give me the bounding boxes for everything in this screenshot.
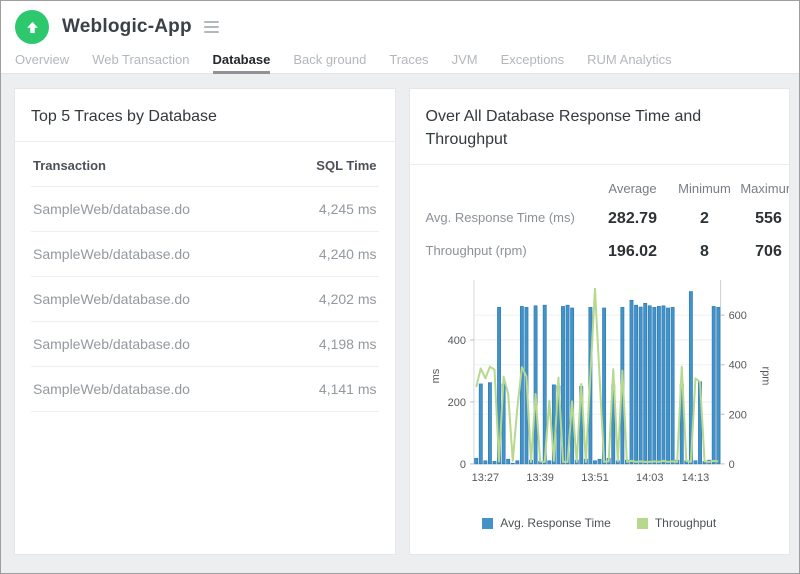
divider	[410, 164, 790, 165]
svg-text:13:51: 13:51	[581, 472, 608, 484]
chart-legend: Avg. Response Time Throughput	[426, 516, 774, 530]
transaction-cell: SampleWeb/database.do	[33, 246, 190, 262]
transaction-cell: SampleWeb/database.do	[33, 381, 190, 397]
stat-label: Throughput (rpm)	[426, 235, 590, 268]
legend-label: Throughput	[655, 516, 716, 530]
transaction-cell: SampleWeb/database.do	[33, 336, 190, 352]
tab-traces[interactable]: Traces	[389, 45, 428, 73]
table-row[interactable]: SampleWeb/database.do 4,245 ms	[31, 187, 379, 232]
svg-text:400: 400	[447, 335, 465, 347]
sql-time-cell: 4,198 ms	[319, 336, 377, 352]
legend-item-avg-response-time[interactable]: Avg. Response Time	[482, 516, 611, 530]
transaction-cell: SampleWeb/database.do	[33, 291, 190, 307]
stats-column-minimum: Minimum	[676, 181, 734, 196]
tab-rum-analytics[interactable]: RUM Analytics	[587, 45, 672, 73]
stat-label: Avg. Response Time (ms)	[426, 202, 590, 235]
right-axis-title: rpm	[759, 367, 771, 386]
tab-exceptions[interactable]: Exceptions	[501, 45, 565, 73]
svg-text:13:39: 13:39	[526, 472, 553, 484]
svg-text:14:03: 14:03	[636, 472, 663, 484]
stat-value-maximum: 706	[734, 243, 791, 261]
svg-text:200: 200	[728, 409, 746, 421]
stat-value-average: 196.02	[590, 243, 676, 261]
stat-value-maximum: 556	[734, 210, 791, 228]
app-status-icon	[15, 10, 49, 44]
svg-text:14:13: 14:13	[681, 472, 708, 484]
hamburger-icon[interactable]	[202, 18, 221, 36]
stats-row: Throughput (rpm)196.028706	[426, 235, 791, 268]
stats-column-maximum: Maximum	[734, 181, 791, 196]
app-header: Weblogic-App	[1, 1, 799, 45]
x-axis-ticks: 13:27 13:39 13:51 14:03 14:13	[471, 472, 709, 484]
tab-overview[interactable]: Overview	[15, 45, 69, 73]
left-axis-ticks: 0 200 400	[447, 335, 473, 471]
table-row[interactable]: SampleWeb/database.do 4,141 ms	[31, 367, 379, 412]
table-row[interactable]: SampleWeb/database.do 4,202 ms	[31, 277, 379, 322]
svg-text:0: 0	[459, 459, 465, 471]
stat-value-minimum: 8	[676, 243, 734, 261]
legend-swatch-icon	[637, 518, 648, 529]
tab-jvm[interactable]: JVM	[452, 45, 478, 73]
sql-time-cell: 4,245 ms	[319, 201, 377, 217]
svg-text:13:27: 13:27	[471, 472, 498, 484]
stats-row: Avg. Response Time (ms)282.792556	[426, 202, 791, 235]
tab-database[interactable]: Database	[213, 45, 271, 73]
up-arrow-icon	[24, 19, 41, 36]
traces-panel-title: Top 5 Traces by Database	[31, 105, 379, 128]
content-area: Top 5 Traces by Database Transaction SQL…	[1, 74, 799, 573]
stats-column-average: Average	[590, 181, 676, 196]
traces-table-body: SampleWeb/database.do4,245 msSampleWeb/d…	[31, 187, 379, 412]
tab-back-ground[interactable]: Back ground	[293, 45, 366, 73]
sql-time-cell: 4,141 ms	[319, 381, 377, 397]
right-axis-ticks: 0 200 400 600	[720, 310, 746, 471]
tab-bar: Overview Web Transaction Database Back grou…	[1, 45, 799, 74]
column-header-transaction[interactable]: Transaction	[33, 158, 106, 173]
stats-header-row: AverageMinimumMaximum	[426, 177, 791, 202]
left-axis-title: ms	[429, 368, 441, 383]
transaction-cell: SampleWeb/database.do	[33, 201, 190, 217]
column-header-sql-time[interactable]: SQL Time	[316, 158, 376, 173]
table-row[interactable]: SampleWeb/database.do 4,198 ms	[31, 322, 379, 367]
svg-text:0: 0	[728, 459, 734, 471]
tab-web-transaction[interactable]: Web Transaction	[92, 45, 189, 73]
panel-overall-db: Over All Database Response Time and Thro…	[409, 88, 791, 555]
legend-item-throughput[interactable]: Throughput	[637, 516, 716, 530]
overall-panel-title: Over All Database Response Time and Thro…	[426, 105, 774, 151]
sql-time-cell: 4,202 ms	[319, 291, 377, 307]
svg-text:600: 600	[728, 310, 746, 322]
legend-swatch-icon	[482, 518, 493, 529]
stat-value-average: 282.79	[590, 210, 676, 228]
stats-table: AverageMinimumMaximumAvg. Response Time …	[426, 177, 791, 268]
traces-table-header: Transaction SQL Time	[31, 142, 379, 187]
response-throughput-chart: 0 200 400 0 200 400 600 ms rpm 13:27 13:39 13:51 14:…	[426, 274, 774, 488]
svg-text:400: 400	[728, 360, 746, 372]
sql-time-cell: 4,240 ms	[319, 246, 377, 262]
app-title: Weblogic-App	[62, 16, 192, 38]
panel-top-traces: Top 5 Traces by Database Transaction SQL…	[14, 88, 396, 555]
chart-container: 0 200 400 0 200 400 600 ms rpm 13:27 13:39 13:51 14:…	[426, 274, 774, 488]
stat-value-minimum: 2	[676, 210, 734, 228]
table-row[interactable]: SampleWeb/database.do 4,240 ms	[31, 232, 379, 277]
svg-text:200: 200	[447, 397, 465, 409]
legend-label: Avg. Response Time	[500, 516, 611, 530]
